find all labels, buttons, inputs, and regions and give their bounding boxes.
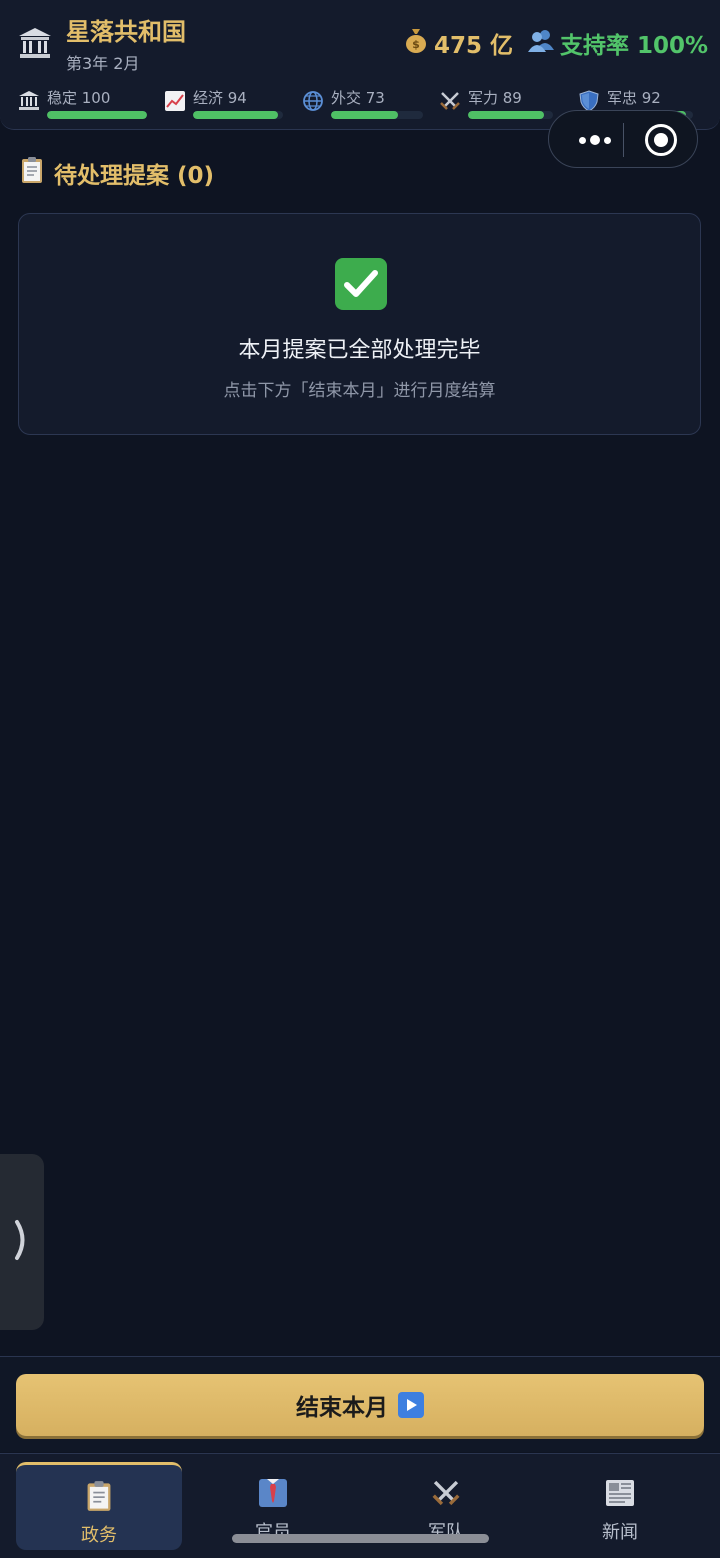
- stat-label: 经济 94: [193, 89, 247, 107]
- clipboard-icon: [20, 156, 44, 190]
- tab-news[interactable]: 新闻: [537, 1462, 703, 1550]
- stat-economy: 经济 94: [164, 86, 284, 120]
- stat-military: 军力 89: [439, 86, 559, 120]
- more-dots-icon: [579, 136, 586, 144]
- end-month-button[interactable]: 结束本月: [16, 1374, 704, 1436]
- chevron-right-icon: [12, 1218, 32, 1266]
- globe-icon: [302, 90, 324, 112]
- side-drawer-toggle[interactable]: [0, 1154, 44, 1330]
- nation-name: 星落共和国: [66, 18, 186, 46]
- newspaper-icon: [537, 1476, 703, 1510]
- money-amount: 475 亿: [434, 33, 514, 59]
- stat-label: 外交 73: [331, 89, 385, 107]
- economy-chart-icon: [164, 90, 186, 112]
- stat-bar: [468, 111, 553, 119]
- more-dots-icon: [604, 136, 611, 144]
- support-rate: 支持率 100%: [560, 33, 709, 59]
- crossed-swords-icon: [363, 1476, 529, 1510]
- shield-icon: [578, 90, 600, 112]
- empty-state-hint: 点击下方「结束本月」进行月度结算: [223, 381, 496, 401]
- proposals-title: 待处理提案 (0): [54, 163, 215, 189]
- treasury-display: $ 475 亿: [404, 27, 514, 59]
- government-building-icon: [18, 26, 52, 60]
- stability-icon: [18, 90, 40, 112]
- tab-label: 新闻: [602, 1522, 638, 1543]
- stat-bar: [193, 111, 283, 119]
- clipboard-icon: [16, 1479, 182, 1513]
- stat-label: 稳定 100: [47, 89, 111, 107]
- stat-bar: [47, 111, 147, 119]
- check-mark-icon: [335, 258, 387, 310]
- more-menu-button[interactable]: [567, 127, 623, 153]
- stat-label: 军力 89: [468, 89, 522, 107]
- home-indicator[interactable]: [232, 1534, 489, 1543]
- crossed-swords-icon: [439, 90, 461, 112]
- current-date: 第3年 2月: [66, 54, 140, 73]
- stat-diplomacy: 外交 73: [302, 86, 426, 120]
- empty-state-title: 本月提案已全部处理完毕: [238, 338, 481, 363]
- tab-affairs[interactable]: 政务: [16, 1462, 182, 1550]
- money-bag-icon: $: [404, 27, 428, 59]
- close-miniprogram-icon[interactable]: [645, 124, 677, 156]
- play-icon: [398, 1392, 424, 1418]
- stat-stability: 稳定 100: [18, 86, 150, 120]
- capsule-divider: [623, 123, 624, 157]
- stat-bar: [331, 111, 423, 119]
- official-tie-icon: [190, 1476, 356, 1510]
- svg-text:$: $: [412, 38, 420, 51]
- more-dots-icon: [590, 135, 600, 145]
- tab-label: 政务: [81, 1525, 117, 1546]
- stat-label: 军忠 92: [607, 89, 661, 107]
- end-month-label: 结束本月: [296, 1394, 388, 1420]
- proposals-header: 待处理提案 (0): [20, 156, 214, 190]
- miniprogram-capsule: [548, 110, 698, 168]
- proposals-empty-card: 本月提案已全部处理完毕 点击下方「结束本月」进行月度结算: [18, 213, 701, 435]
- action-bar: 结束本月: [0, 1356, 720, 1452]
- people-icon: [528, 28, 554, 58]
- support-rate-display: 支持率 100%: [528, 28, 709, 59]
